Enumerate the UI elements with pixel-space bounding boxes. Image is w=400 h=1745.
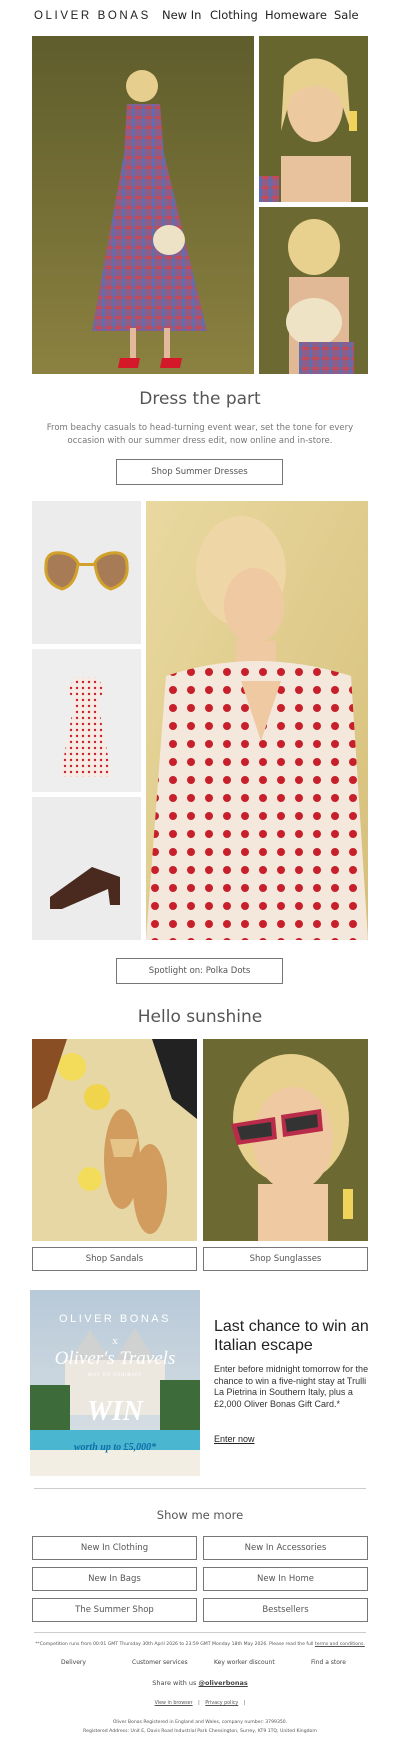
competition-text: Enter before midnight tomorrow for the c… <box>214 1364 369 1409</box>
summer-shop-button[interactable]: The Summer Shop <box>32 1598 197 1622</box>
brand-logo[interactable]: OLIVER BONAS <box>34 10 151 22</box>
dress-the-part-heading: Dress the part <box>139 389 261 409</box>
footer-find-store-link[interactable]: Find a store <box>311 1659 346 1666</box>
nav-homeware[interactable]: Homeware <box>265 8 327 22</box>
new-in-accessories-button[interactable]: New In Accessories <box>203 1536 368 1560</box>
email-page: OLIVER BONAS New In Clothing Homeware Sa… <box>0 0 400 1745</box>
new-in-home-button[interactable]: New In Home <box>203 1567 368 1591</box>
view-in-browser-link[interactable]: View in browser <box>155 1701 193 1706</box>
terms-text: **Competition runs from 00:01 GMT Thursd… <box>35 1642 315 1647</box>
banner-x: x <box>112 1335 118 1347</box>
shop-sunglasses-button[interactable]: Shop Sunglasses <box>203 1247 368 1271</box>
banner-brand: OLIVER BONAS <box>59 1313 171 1325</box>
new-in-clothing-button[interactable]: New In Clothing <box>32 1536 197 1560</box>
hello-sunshine-heading: Hello sunshine <box>137 1007 263 1027</box>
bestsellers-button[interactable]: Bestsellers <box>203 1598 368 1622</box>
hero-main-image[interactable] <box>32 36 254 374</box>
competition-heading: Last chance to win an Italian escape <box>214 1318 369 1354</box>
privacy-policy-link[interactable]: Privacy policy <box>205 1701 238 1706</box>
polka-dress-product-image[interactable] <box>32 649 141 792</box>
share-text: Share with us <box>152 1679 199 1687</box>
footer-delivery-link[interactable]: Delivery <box>61 1659 86 1666</box>
enter-now-link[interactable]: Enter now <box>214 1434 255 1444</box>
footer-key-worker-link[interactable]: Key worker discount <box>214 1659 275 1666</box>
divider <box>34 1632 366 1633</box>
nav-sale[interactable]: Sale <box>334 8 359 22</box>
sandals-lemons-image[interactable] <box>32 1039 197 1241</box>
hero-bag-image[interactable] <box>259 207 368 374</box>
divider <box>34 1488 366 1489</box>
polka-dots-button[interactable]: Spotlight on: Polka Dots <box>116 958 283 984</box>
sandal-product-image[interactable] <box>32 797 141 940</box>
banner-partner: Oliver's Travels <box>54 1348 176 1369</box>
terms-notice: **Competition runs from 00:01 GMT Thursd… <box>0 1642 400 1647</box>
hero-portrait-image[interactable] <box>259 36 368 202</box>
instagram-handle-link[interactable]: @oliverbonas <box>198 1679 247 1687</box>
separator: | <box>198 1701 200 1706</box>
polka-dot-model-image[interactable] <box>146 501 368 940</box>
terms-link[interactable]: terms and conditions. <box>315 1642 365 1647</box>
shop-summer-dresses-button[interactable]: Shop Summer Dresses <box>116 459 283 485</box>
registered-address: Registered Address: Unit E, Davis Road I… <box>83 1729 317 1734</box>
browser-privacy-links: View in browser | Privacy policy | <box>0 1701 400 1706</box>
dress-the-part-text: From beachy casuals to head-turning even… <box>46 423 354 446</box>
sunglasses-model-image[interactable] <box>203 1039 368 1241</box>
nav-clothing[interactable]: Clothing <box>210 8 258 22</box>
show-me-more-heading: Show me more <box>156 1508 244 1522</box>
competition-banner[interactable]: OLIVER BONAS x Oliver's Travels WHY DO O… <box>30 1290 200 1476</box>
new-in-bags-button[interactable]: New In Bags <box>32 1567 197 1591</box>
shop-sandals-button[interactable]: Shop Sandals <box>32 1247 197 1271</box>
share-line: Share with us @oliverbonas <box>0 1679 400 1687</box>
registration-info: Oliver Bonas Registered in England and W… <box>112 1720 288 1725</box>
footer-customer-services-link[interactable]: Customer services <box>132 1659 188 1666</box>
nav-new-in[interactable]: New In <box>162 8 201 22</box>
banner-tagline: WHY DO ORDINARY <box>87 1372 143 1377</box>
separator: | <box>243 1701 246 1706</box>
banner-worth: worth up to £5,000* <box>73 1442 157 1453</box>
banner-win: WIN <box>86 1396 143 1427</box>
sunglasses-product-image[interactable] <box>32 501 141 644</box>
